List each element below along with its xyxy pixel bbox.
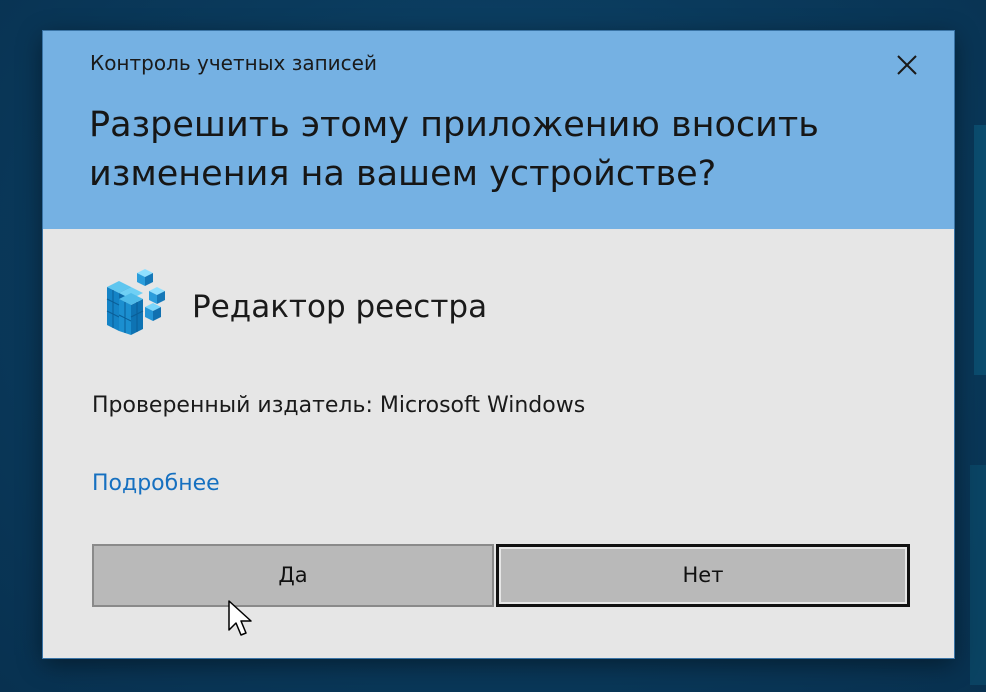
publisher-info: Проверенный издатель: Microsoft Windows bbox=[92, 393, 586, 418]
mouse-pointer-icon bbox=[228, 600, 254, 640]
desktop-window-edge-lower bbox=[970, 465, 986, 685]
uac-question: Разрешить этому приложению вносить измен… bbox=[89, 105, 819, 194]
registry-editor-icon bbox=[101, 265, 169, 337]
dialog-header: Контроль учетных записей Разрешить этому… bbox=[43, 31, 954, 229]
close-icon bbox=[897, 55, 917, 75]
close-button[interactable] bbox=[885, 47, 929, 83]
no-button-label: Нет bbox=[682, 563, 724, 587]
more-details-link[interactable]: Подробнее bbox=[92, 471, 220, 496]
app-name: Редактор реестра bbox=[192, 289, 488, 325]
desktop-window-edge bbox=[974, 125, 986, 375]
uac-dialog: Контроль учетных записей Разрешить этому… bbox=[43, 31, 954, 658]
dialog-title: Контроль учетных записей bbox=[90, 51, 377, 75]
yes-button[interactable]: Да bbox=[92, 544, 494, 607]
no-button[interactable]: Нет bbox=[496, 544, 910, 607]
